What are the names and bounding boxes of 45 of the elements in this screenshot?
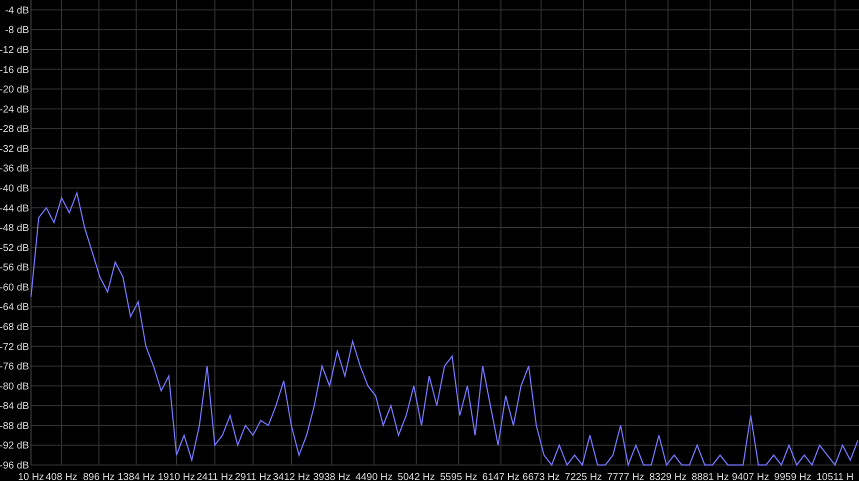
x-axis-label: 2911 Hz (234, 472, 272, 481)
y-axis-label: -24 dB (0, 104, 29, 116)
y-axis-label: -72 dB (0, 342, 29, 353)
y-axis-label: -56 dB (0, 262, 29, 274)
x-axis-label: 3412 Hz (272, 472, 310, 481)
y-axis-label: -8 dB (5, 25, 29, 36)
x-axis-label: 6673 Hz (522, 472, 560, 481)
y-axis-label: -40 dB (0, 183, 29, 194)
y-axis-label: -20 dB (0, 84, 29, 96)
y-axis-label: -32 dB (0, 144, 29, 155)
y-axis-label: -80 dB (0, 381, 29, 392)
y-axis-label: -36 dB (0, 164, 29, 175)
x-axis-label: 8881 Hz (692, 472, 729, 481)
y-axis-label: -88 dB (0, 420, 29, 432)
x-axis-label: 1910 Hz (158, 472, 196, 481)
y-axis-label: -64 dB (0, 302, 29, 314)
x-axis-label: 5595 Hz (440, 472, 478, 481)
y-axis-label: -12 dB (0, 44, 29, 56)
x-axis-label: 9959 Hz (774, 472, 812, 481)
x-axis-label: 5042 Hz (398, 472, 435, 481)
y-axis-label: -44 dB (0, 203, 29, 214)
x-axis-label: 4490 Hz (355, 472, 393, 481)
y-axis-label: -96 dB (0, 460, 29, 472)
y-axis-label: -4 dB (5, 5, 29, 16)
y-axis-label: -68 dB (0, 322, 29, 333)
x-axis-label: 8329 Hz (649, 472, 687, 481)
y-axis-label: -60 dB (0, 282, 29, 294)
x-axis-label: 10 Hz (18, 472, 44, 481)
x-axis-label: 9407 Hz (732, 472, 770, 481)
x-axis-label: 896 Hz (83, 472, 115, 481)
y-axis-label: -16 dB (0, 64, 29, 76)
y-axis-label: -76 dB (0, 362, 29, 373)
x-axis-label: 1384 Hz (118, 472, 155, 481)
x-axis-label: 6147 Hz (482, 472, 520, 481)
y-axis-label: -28 dB (0, 124, 29, 136)
x-axis-label: 2411 Hz (196, 472, 234, 481)
y-axis-label: -92 dB (0, 440, 29, 452)
y-axis-label: -48 dB (0, 223, 29, 234)
x-axis-label: 10511 H (816, 472, 854, 481)
x-axis-label: 3938 Hz (313, 472, 350, 481)
x-axis-label: 7225 Hz (564, 472, 602, 481)
y-axis-label: -52 dB (0, 242, 29, 254)
x-axis-label: 7777 Hz (607, 472, 644, 481)
y-axis-label: -84 dB (0, 401, 29, 412)
x-axis-label: 408 Hz (46, 472, 78, 481)
